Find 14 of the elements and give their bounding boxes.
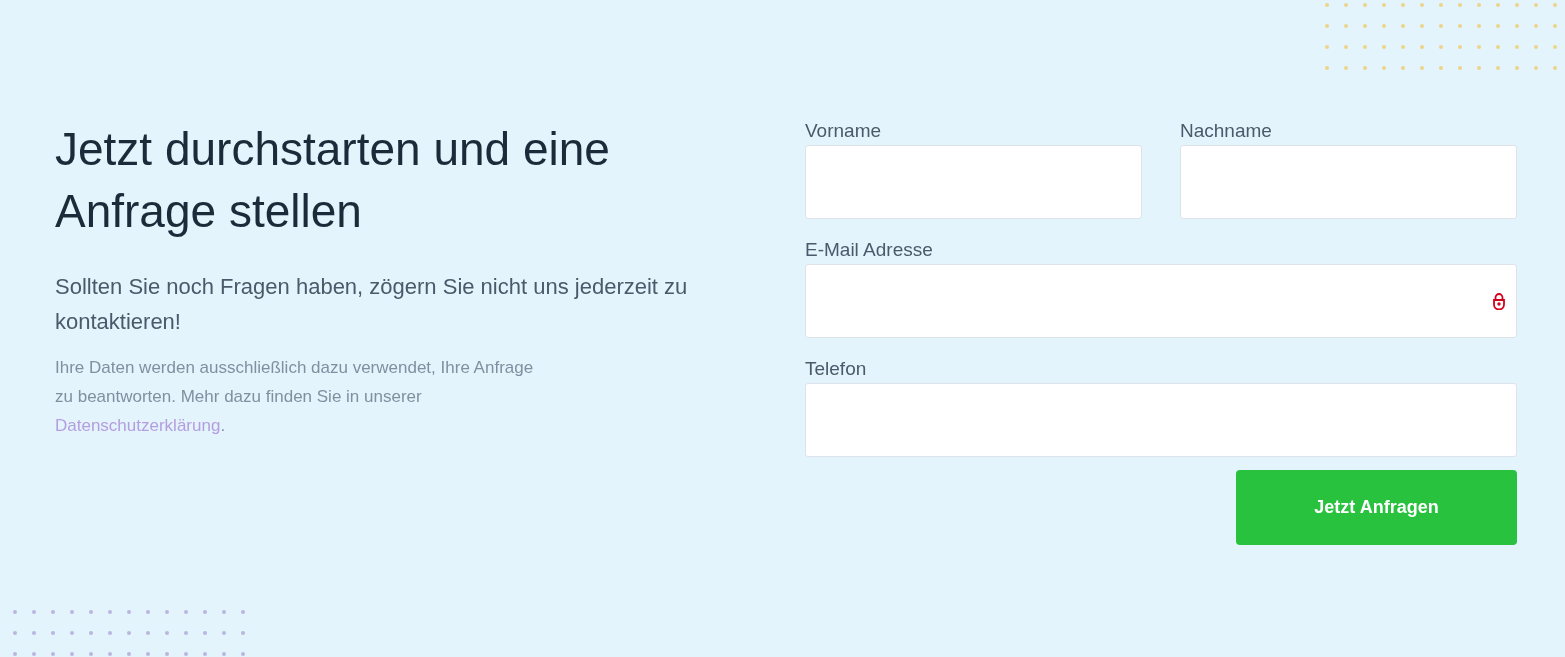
privacy-link[interactable]: Datenschutzerklärung — [55, 416, 221, 435]
field-label: Telefon — [805, 357, 867, 381]
intro-text: Sollten Sie noch Fragen haben, zögern Sie nicht uns jederzeit zu kontaktieren! — [55, 273, 689, 336]
field-label: E-Mail Adresse — [805, 238, 933, 262]
privacy-text: Ihre Daten werden ausschließlich dazu verwendet, Ihre Anfrage zu beantworten. Mehr dazu finden Sie in unserer Datenschutzerklärung. — [55, 357, 535, 437]
field-label: Nachname — [1180, 119, 1272, 143]
input-field[interactable] — [1180, 145, 1517, 219]
input-field[interactable] — [805, 383, 1517, 457]
input-field[interactable] — [805, 145, 1142, 219]
field-label: Vorname — [805, 119, 882, 143]
submit-button[interactable]: Jetzt Anfragen — [1236, 470, 1517, 545]
heading: Jetzt durchstarten und eine Anfrage stellen — [55, 122, 611, 239]
lock-icon — [1492, 292, 1506, 310]
input-field[interactable] — [805, 264, 1517, 338]
